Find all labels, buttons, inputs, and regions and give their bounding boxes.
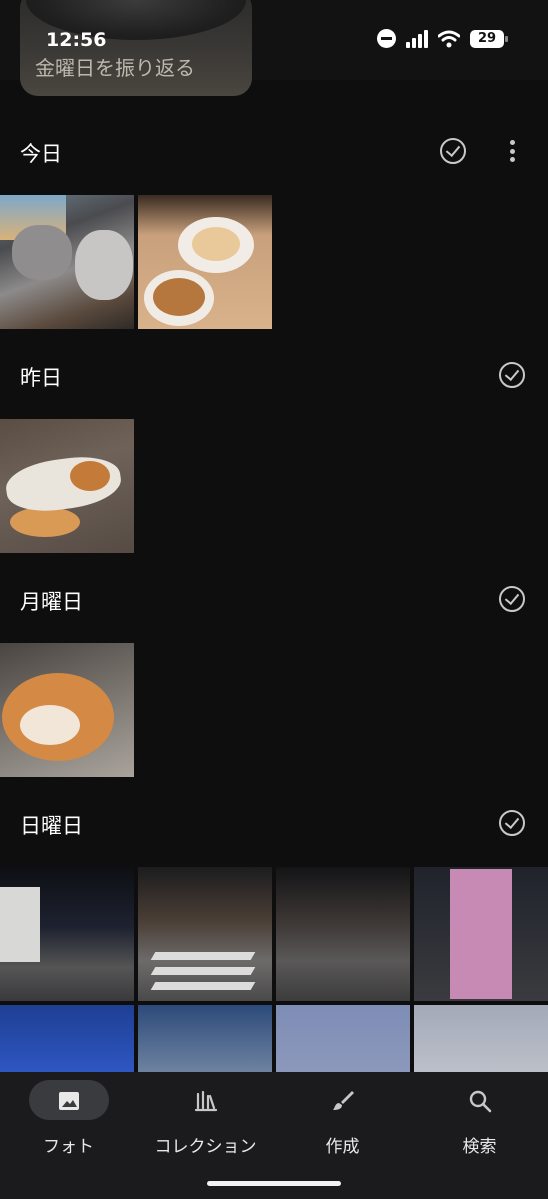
photo-thumbnail[interactable]	[414, 867, 548, 1001]
memory-title: 金曜日を振り返る	[35, 56, 195, 80]
battery-icon: 29	[470, 29, 508, 48]
nav-item-photos[interactable]: フォト	[0, 1080, 137, 1160]
wifi-icon	[438, 30, 460, 47]
section-title: 昨日	[20, 366, 62, 390]
do-not-disturb-icon	[377, 29, 396, 48]
nav-label: フォト	[43, 1137, 94, 1157]
photo-thumbnail[interactable]	[138, 867, 272, 1001]
section-header-today: 今日	[0, 126, 548, 176]
nav-label: コレクション	[154, 1137, 257, 1157]
select-all-check-icon[interactable]	[499, 362, 525, 388]
select-all-check-icon[interactable]	[499, 810, 525, 836]
section-title: 月曜日	[20, 590, 83, 614]
photo-thumbnail[interactable]	[0, 867, 134, 1001]
section-header-yesterday: 昨日	[0, 350, 548, 400]
status-time: 12:56	[46, 29, 107, 51]
more-options-icon[interactable]	[505, 138, 519, 164]
section-title: 今日	[20, 142, 62, 166]
select-all-check-icon[interactable]	[499, 586, 525, 612]
signal-icon	[406, 29, 428, 48]
nav-item-create[interactable]: 作成	[274, 1080, 411, 1160]
section-header-monday: 月曜日	[0, 574, 548, 624]
photo-icon	[59, 1092, 79, 1110]
brush-icon	[333, 1091, 354, 1110]
nav-label: 検索	[462, 1137, 497, 1157]
photo-thumbnail[interactable]	[0, 195, 134, 329]
section-header-sunday: 日曜日	[0, 798, 548, 848]
photo-thumbnail[interactable]	[276, 867, 410, 1001]
photo-thumbnail[interactable]	[138, 195, 272, 329]
search-icon	[469, 1090, 492, 1113]
bottom-navigation: フォト コレクション 作成 検索	[0, 1072, 548, 1199]
photo-thumbnail[interactable]	[0, 643, 134, 777]
nav-item-collections[interactable]: コレクション	[137, 1080, 274, 1160]
home-indicator[interactable]	[207, 1181, 341, 1186]
nav-item-search[interactable]: 検索	[411, 1080, 548, 1160]
library-icon	[194, 1090, 218, 1112]
nav-label: 作成	[325, 1137, 360, 1157]
section-title: 日曜日	[20, 814, 83, 838]
select-all-check-icon[interactable]	[440, 138, 466, 164]
status-icons: 29	[377, 29, 508, 48]
photo-thumbnail[interactable]	[0, 419, 134, 553]
